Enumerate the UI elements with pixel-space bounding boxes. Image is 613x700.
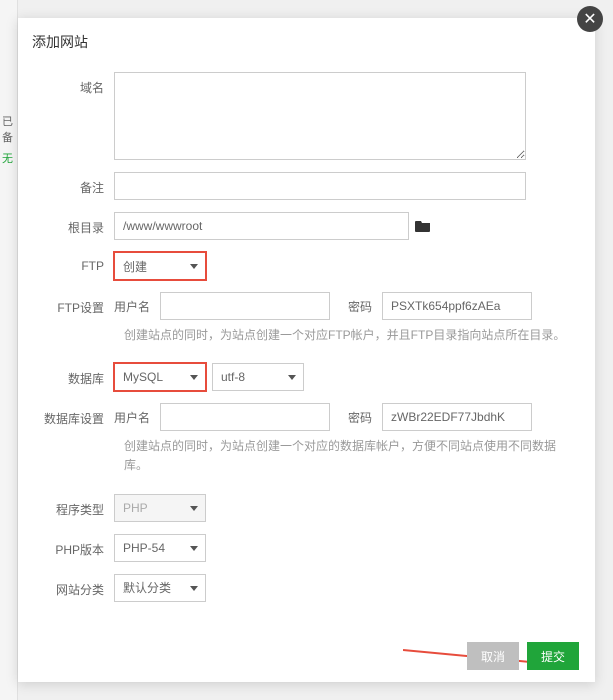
close-button[interactable]: ✕ <box>577 6 603 32</box>
label-ftp-user: 用户名 <box>114 298 154 315</box>
bg-text-1: 已备 <box>2 113 17 145</box>
chevron-down-icon <box>190 506 198 511</box>
db-charset-select[interactable]: utf-8 <box>212 363 304 391</box>
label-remark: 备注 <box>42 172 114 196</box>
row-remark: 备注 <box>42 172 571 200</box>
label-db-settings: 数据库设置 <box>42 403 114 427</box>
db-type-value: MySQL <box>123 370 163 384</box>
label-php-version: PHP版本 <box>42 534 114 558</box>
close-icon: ✕ <box>583 9 596 29</box>
db-user-input[interactable] <box>160 403 330 431</box>
chevron-down-icon <box>190 264 198 269</box>
ftp-user-input[interactable] <box>160 292 330 320</box>
label-root: 根目录 <box>42 212 114 236</box>
row-domain: 域名 <box>42 72 571 160</box>
label-domain: 域名 <box>42 72 114 96</box>
label-ftp-settings: FTP设置 <box>42 292 114 316</box>
row-php-version: PHP版本 PHP-54 <box>42 534 571 562</box>
chevron-down-icon <box>190 586 198 591</box>
ftp-pwd-input[interactable] <box>382 292 532 320</box>
row-root: 根目录 <box>42 212 571 240</box>
ftp-hint: 创建站点的同时，为站点创建一个对应FTP帐户，并且FTP目录指向站点所在目录。 <box>124 326 571 345</box>
db-type-select[interactable]: MySQL <box>114 363 206 391</box>
label-ftp-pwd: 密码 <box>336 298 376 315</box>
add-website-modal: 添加网站 域名 备注 根目录 FTP <box>18 18 595 682</box>
row-ftp: FTP 创建 <box>42 252 571 280</box>
db-hint: 创建站点的同时，为站点创建一个对应的数据库帐户，方便不同站点使用不同数据库。 <box>124 437 571 475</box>
chevron-down-icon <box>190 546 198 551</box>
remark-input[interactable] <box>114 172 526 200</box>
label-program: 程序类型 <box>42 494 114 518</box>
chevron-down-icon <box>190 375 198 380</box>
bg-text-2: 无 <box>2 150 13 166</box>
php-version-select[interactable]: PHP-54 <box>114 534 206 562</box>
form: 域名 备注 根目录 FTP 创建 <box>18 62 595 602</box>
label-db-user: 用户名 <box>114 409 154 426</box>
domain-input[interactable] <box>114 72 526 160</box>
submit-button[interactable]: 提交 <box>527 642 579 670</box>
row-category: 网站分类 默认分类 <box>42 574 571 602</box>
folder-icon[interactable] <box>415 219 431 233</box>
row-db-settings: 数据库设置 用户名 密码 <box>42 403 571 431</box>
ftp-select-value: 创建 <box>123 258 147 275</box>
category-select[interactable]: 默认分类 <box>114 574 206 602</box>
background-sidebar: 已备 无 <box>0 0 18 700</box>
php-version-value: PHP-54 <box>123 541 165 555</box>
category-value: 默认分类 <box>123 579 171 596</box>
root-input[interactable] <box>114 212 409 240</box>
label-db-pwd: 密码 <box>336 409 376 426</box>
row-ftp-settings: FTP设置 用户名 密码 <box>42 292 571 320</box>
program-value: PHP <box>123 501 148 515</box>
cancel-button[interactable]: 取消 <box>467 642 519 670</box>
program-select[interactable]: PHP <box>114 494 206 522</box>
label-ftp: FTP <box>42 252 114 273</box>
row-program: 程序类型 PHP <box>42 494 571 522</box>
label-db: 数据库 <box>42 363 114 387</box>
ftp-select[interactable]: 创建 <box>114 252 206 280</box>
db-pwd-input[interactable] <box>382 403 532 431</box>
chevron-down-icon <box>288 375 296 380</box>
modal-footer: 取消 提交 <box>467 642 579 670</box>
row-db: 数据库 MySQL utf-8 <box>42 363 571 391</box>
label-category: 网站分类 <box>42 574 114 598</box>
db-charset-value: utf-8 <box>221 370 245 384</box>
modal-title: 添加网站 <box>18 18 595 62</box>
